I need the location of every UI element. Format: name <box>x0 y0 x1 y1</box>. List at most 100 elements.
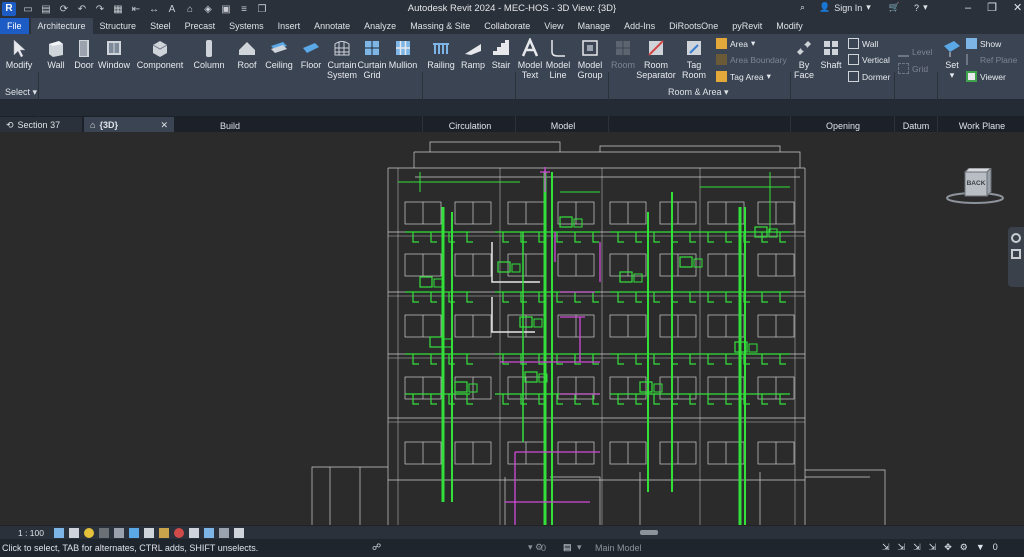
ribbon-tab-annotate[interactable]: Annotate <box>307 18 357 34</box>
steering-wheel-icon[interactable] <box>1011 233 1021 243</box>
building-model[interactable] <box>0 132 1024 525</box>
ribbon-tab-file[interactable]: File <box>0 18 29 34</box>
3d-view-icon[interactable]: ◈ <box>202 4 214 15</box>
design-options-icon[interactable]: ▤ <box>563 542 572 553</box>
temp-hide-icon[interactable] <box>174 528 184 538</box>
chevron-down-icon[interactable]: ▾ <box>866 2 871 13</box>
curtain-system-button[interactable]: Curtain System <box>327 38 357 80</box>
revit-logo[interactable]: R <box>2 2 16 16</box>
workset-icon[interactable]: ☍ <box>372 542 381 553</box>
curtain-grid-button[interactable]: Curtain Grid <box>358 38 387 80</box>
chevron-down-icon[interactable]: ▾ <box>923 2 928 13</box>
constraints-icon[interactable] <box>234 528 244 538</box>
ribbon-tab-massing-site[interactable]: Massing & Site <box>403 18 477 34</box>
area-boundary-button[interactable]: Area Boundary <box>716 54 787 65</box>
ribbon-tab-steel[interactable]: Steel <box>143 18 178 34</box>
railing-button[interactable]: Railing <box>426 38 456 70</box>
chevron-down-icon[interactable]: ▾ <box>577 542 582 553</box>
search-icon[interactable]: ⌕ <box>800 2 805 13</box>
ribbon-tab-manage[interactable]: Manage <box>571 18 618 34</box>
select-panel-dropdown[interactable]: Select ▾ <box>5 87 37 98</box>
help-icon[interactable]: ? <box>914 3 919 13</box>
viewcube[interactable]: BACK <box>945 166 1005 208</box>
drag-elements-icon[interactable]: ✥ <box>944 542 952 553</box>
level-button[interactable]: Level <box>898 46 932 57</box>
floor-button[interactable]: Floor <box>298 38 324 70</box>
print-icon[interactable]: ▦ <box>112 4 124 15</box>
ribbon-tab-analyze[interactable]: Analyze <box>357 18 403 34</box>
crop-view-icon[interactable] <box>129 528 139 538</box>
room-area-panel-dropdown[interactable]: Room & Area ▾ <box>668 87 729 98</box>
ribbon-tab-structure[interactable]: Structure <box>93 18 144 34</box>
wall-button[interactable]: Wall <box>44 38 68 70</box>
door-button[interactable]: Door <box>72 38 96 70</box>
ribbon-tab-systems[interactable]: Systems <box>222 18 271 34</box>
stair-button[interactable]: Stair <box>488 38 514 70</box>
reveal-hidden-icon[interactable] <box>189 528 199 538</box>
vertical-opening-button[interactable]: Vertical <box>848 54 890 65</box>
column-button[interactable]: Column <box>194 38 225 70</box>
analytical-icon[interactable] <box>204 528 214 538</box>
roof-button[interactable]: Roof <box>234 38 260 70</box>
mullion-button[interactable]: Mullion <box>388 38 418 70</box>
ribbon-tab-dirootsone[interactable]: DiRootsOne <box>662 18 725 34</box>
doc-tab-section-37[interactable]: ⟲ Section 37 <box>0 117 82 133</box>
thin-lines-icon[interactable]: ≡ <box>238 4 250 15</box>
room-separator-button[interactable]: Room Separator <box>636 38 676 80</box>
visual-style-icon[interactable] <box>69 528 79 538</box>
show-work-plane-button[interactable]: Show <box>966 38 1001 49</box>
room-button[interactable]: Room <box>610 38 636 70</box>
filter-icon[interactable]: ▼ <box>976 542 985 553</box>
ribbon-tab-add-ins[interactable]: Add-Ins <box>617 18 662 34</box>
maximize-icon[interactable]: ❐ <box>987 1 997 14</box>
undo-icon[interactable]: ↶ <box>76 4 88 15</box>
lock-3d-icon[interactable] <box>159 528 169 538</box>
tag-area-button[interactable]: Tag Area ▾ <box>716 71 771 82</box>
close-tab-icon[interactable]: ✕ <box>160 120 168 131</box>
select-underlay-icon[interactable]: ⇲ <box>898 542 906 553</box>
show-crop-icon[interactable] <box>144 528 154 538</box>
shadows-icon[interactable] <box>99 528 109 538</box>
dormer-button[interactable]: Dormer <box>848 71 890 82</box>
ribbon-tab-precast[interactable]: Precast <box>178 18 223 34</box>
component-button[interactable]: Component <box>136 38 184 70</box>
viewer-button[interactable]: Viewer <box>966 71 1006 82</box>
area-button[interactable]: Area ▾ <box>716 38 755 49</box>
scroll-handle[interactable] <box>640 530 658 535</box>
ribbon-tab-collaborate[interactable]: Collaborate <box>477 18 537 34</box>
background-process-icon[interactable]: ⚙ <box>960 542 968 553</box>
ribbon-tab-insert[interactable]: Insert <box>271 18 308 34</box>
section-icon[interactable]: ▣ <box>220 4 232 15</box>
ribbon-tab-pyrevit[interactable]: pyRevit <box>725 18 769 34</box>
render-icon[interactable] <box>114 528 124 538</box>
sign-in-link[interactable]: Sign In <box>834 3 862 13</box>
by-face-button[interactable]: By Face <box>792 38 816 80</box>
switch-windows-icon[interactable]: ❐ <box>256 4 268 15</box>
select-pinned-icon[interactable]: ⇲ <box>913 542 921 553</box>
save-icon[interactable]: ▤ <box>40 4 52 15</box>
ribbon-tab-architecture[interactable]: Architecture <box>30 18 93 34</box>
model-text-button[interactable]: Model Text <box>517 38 543 80</box>
ref-plane-button[interactable]: Ref Plane <box>966 54 1017 65</box>
redo-icon[interactable]: ↷ <box>94 4 106 15</box>
open-icon[interactable]: ▭ <box>22 4 34 15</box>
ramp-button[interactable]: Ramp <box>460 38 486 70</box>
shaft-button[interactable]: Shaft <box>818 38 844 70</box>
detail-level-icon[interactable] <box>54 528 64 538</box>
ceiling-button[interactable]: Ceiling <box>264 38 294 70</box>
zoom-region-icon[interactable] <box>1011 249 1021 259</box>
home-icon[interactable]: ⌂ <box>184 4 196 15</box>
ribbon-tab-modify[interactable]: Modify <box>769 18 810 34</box>
dimension-icon[interactable]: ↔ <box>148 4 160 15</box>
model-line-button[interactable]: Model Line <box>545 38 571 80</box>
minimize-icon[interactable]: – <box>965 2 971 14</box>
ribbon-tab-view[interactable]: View <box>537 18 570 34</box>
grid-button[interactable]: Grid <box>898 63 928 74</box>
view-scale[interactable]: 1 : 100 <box>18 528 44 538</box>
text-icon[interactable]: A <box>166 4 178 15</box>
model-group-button[interactable]: Model Group <box>575 38 605 80</box>
tag-room-button[interactable]: Tag Room <box>680 38 708 80</box>
wall-opening-button[interactable]: Wall <box>848 38 878 49</box>
active-model[interactable]: Main Model <box>595 543 642 553</box>
close-icon[interactable]: ✕ <box>1013 1 1022 14</box>
